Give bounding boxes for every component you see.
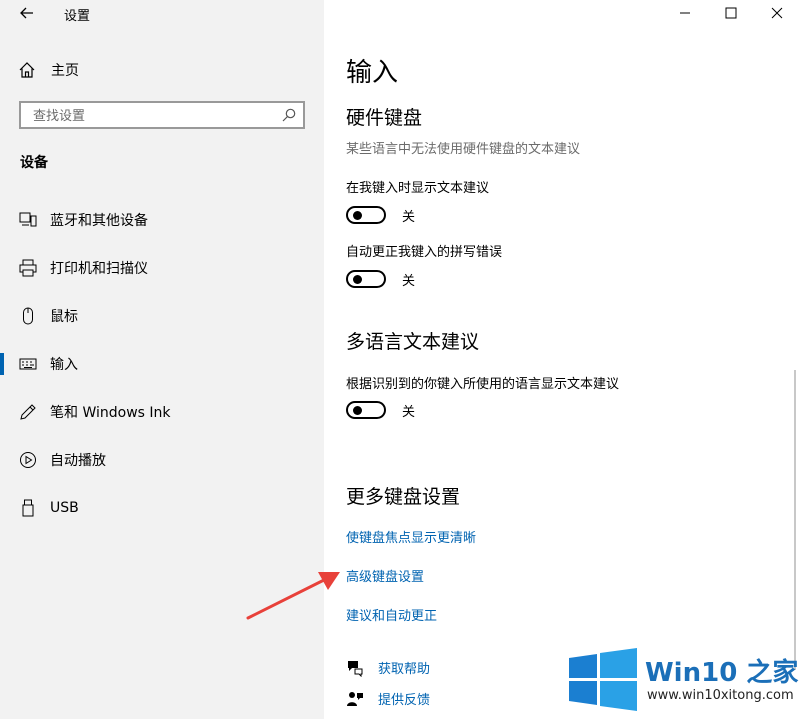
sidebar-item-label: 打印机和扫描仪 [50, 261, 148, 277]
sidebar-item-mouse[interactable]: 鼠标 [0, 294, 324, 338]
sidebar-item-typing[interactable]: 输入 [0, 342, 324, 386]
app-title: 设置 [64, 9, 91, 24]
maximize-icon [725, 7, 737, 19]
sidebar-item-label: USB [50, 500, 79, 516]
toggle-state: 关 [402, 404, 416, 420]
home-icon [19, 62, 35, 78]
windows-logo-icon [569, 648, 637, 711]
back-button[interactable] [14, 2, 40, 24]
toggle-knob [353, 406, 362, 415]
hardware-keyboard-description: 某些语言中无法使用硬件键盘的文本建议 [346, 142, 581, 157]
sidebar-item-printers[interactable]: 打印机和扫描仪 [0, 246, 324, 290]
watermark-url: www.win10xitong.com [647, 688, 794, 703]
multilingual-setting: 关 [346, 399, 415, 421]
sidebar-item-bluetooth[interactable]: 蓝牙和其他设备 [0, 198, 324, 242]
multilingual-heading: 多语言文本建议 [346, 331, 480, 353]
page-title: 输入 [346, 58, 399, 88]
autocorrect-label: 自动更正我键入的拼写错误 [346, 245, 503, 260]
multilingual-label: 根据识别到的你键入所使用的语言显示文本建议 [346, 377, 620, 392]
toggle-state: 关 [402, 209, 416, 225]
search-box[interactable] [19, 101, 305, 129]
usb-icon [19, 499, 37, 517]
keyboard-icon [19, 355, 37, 373]
sidebar-item-label: 鼠标 [50, 309, 78, 325]
scrollbar[interactable] [794, 370, 796, 670]
autoplay-icon [19, 451, 37, 469]
watermark: Win10 之家 www.win10xitong.com [565, 644, 800, 719]
section-title: 设备 [20, 155, 48, 171]
maximize-button[interactable] [708, 0, 754, 26]
bluetooth-devices-icon [19, 211, 37, 229]
suggestions-autocorrect-link[interactable]: 建议和自动更正 [346, 605, 437, 624]
watermark-brand: Win10 之家 [645, 658, 799, 688]
show-suggestions-setting: 关 [346, 204, 415, 226]
feedback-link[interactable]: 提供反馈 [346, 689, 430, 708]
pen-icon [19, 403, 37, 421]
sidebar-item-label: 蓝牙和其他设备 [50, 213, 148, 229]
search-icon[interactable] [281, 107, 297, 123]
keyboard-focus-link[interactable]: 使键盘焦点显示更清晰 [346, 527, 476, 546]
feedback-icon [347, 691, 363, 706]
minimize-button[interactable] [662, 0, 708, 26]
minimize-icon [680, 12, 690, 14]
home-nav-item[interactable]: 主页 [18, 58, 79, 82]
sidebar-item-pen[interactable]: 笔和 Windows Ink [0, 390, 324, 434]
sidebar-item-usb[interactable]: USB [0, 486, 324, 530]
close-button[interactable] [754, 0, 800, 26]
mouse-icon [19, 307, 37, 325]
show-suggestions-label: 在我键入时显示文本建议 [346, 181, 490, 196]
help-chat-icon [348, 660, 363, 677]
toggle-knob [353, 275, 362, 284]
search-input[interactable] [31, 103, 285, 129]
sidebar-item-autoplay[interactable]: 自动播放 [0, 438, 324, 482]
autocorrect-setting: 关 [346, 268, 415, 290]
home-label: 主页 [51, 63, 79, 79]
back-arrow-icon [20, 7, 33, 19]
get-help-label: 获取帮助 [378, 662, 431, 677]
printer-icon [19, 259, 37, 277]
feedback-label: 提供反馈 [378, 693, 431, 708]
hardware-keyboard-heading: 硬件键盘 [346, 107, 423, 129]
sidebar-item-label: 笔和 Windows Ink [50, 405, 171, 421]
toggle-state: 关 [402, 273, 416, 289]
sidebar-item-label: 输入 [50, 357, 78, 373]
annotation-arrow-icon [246, 572, 340, 620]
close-icon [771, 7, 783, 19]
get-help-link[interactable]: 获取帮助 [346, 658, 430, 677]
advanced-keyboard-settings-link[interactable]: 高级键盘设置 [346, 566, 424, 585]
show-suggestions-toggle[interactable] [346, 206, 386, 224]
sidebar-item-label: 自动播放 [50, 453, 106, 469]
autocorrect-toggle[interactable] [346, 270, 386, 288]
multilingual-toggle[interactable] [346, 401, 386, 419]
toggle-knob [353, 211, 362, 220]
more-keyboard-heading: 更多键盘设置 [346, 486, 461, 508]
